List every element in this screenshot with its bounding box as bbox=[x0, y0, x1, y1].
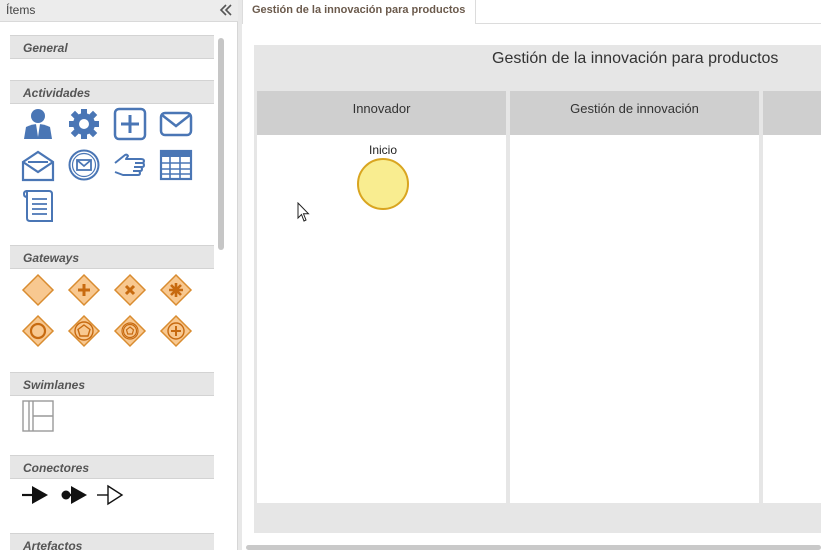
diagram-canvas[interactable]: Gestión de la innovación para productos … bbox=[242, 25, 821, 550]
association-icon[interactable] bbox=[95, 478, 125, 512]
lane-third[interactable] bbox=[763, 91, 821, 503]
lane-header-third[interactable] bbox=[763, 91, 821, 135]
lane-innovador-label: Innovador bbox=[352, 101, 411, 116]
items-panel-scroll-area: General Actividades Gateways Swimlanes C… bbox=[0, 23, 238, 550]
items-panel-header: Ítems bbox=[0, 0, 238, 22]
pool[interactable]: Gestión de la innovación para productos … bbox=[254, 45, 821, 533]
exclusive-event-gateway-icon[interactable] bbox=[113, 314, 147, 348]
section-general[interactable]: General bbox=[10, 35, 214, 59]
exclusive-gateway-icon[interactable] bbox=[21, 273, 55, 307]
parallel-gateway-icon[interactable] bbox=[67, 273, 101, 307]
tab-process[interactable]: Gestión de la innovación para productos bbox=[242, 0, 477, 24]
user-task-icon[interactable] bbox=[21, 107, 55, 141]
items-panel-scrollbar[interactable] bbox=[218, 38, 224, 250]
sequence-flow-icon[interactable] bbox=[20, 478, 50, 512]
message-flow-icon[interactable] bbox=[58, 478, 88, 512]
section-conectores-label: Conectores bbox=[23, 461, 90, 475]
xor-gateway-icon[interactable] bbox=[113, 273, 147, 307]
send-task-icon[interactable] bbox=[159, 107, 193, 141]
script-task-icon[interactable] bbox=[21, 189, 55, 223]
lane-header-gestion-innovacion[interactable]: Gestión de innovación bbox=[510, 91, 759, 135]
lane-gestion-innovacion[interactable]: Gestión de innovación bbox=[510, 91, 759, 503]
start-event-icon[interactable] bbox=[357, 158, 409, 210]
event-gateway-icon[interactable] bbox=[21, 314, 55, 348]
section-artefactos-label: Artefactos bbox=[23, 539, 83, 550]
event-based-gateway-icon[interactable] bbox=[67, 314, 101, 348]
section-conectores[interactable]: Conectores bbox=[10, 455, 214, 479]
service-task-icon[interactable] bbox=[67, 107, 101, 141]
swimlane-icon[interactable] bbox=[21, 399, 55, 433]
section-actividades-label: Actividades bbox=[23, 86, 91, 100]
mouse-cursor-icon bbox=[297, 202, 310, 222]
start-event-label: Inicio bbox=[369, 143, 398, 157]
subprocess-icon[interactable] bbox=[113, 107, 147, 141]
section-artefactos[interactable]: Artefactos bbox=[10, 533, 214, 550]
tab-bar: Gestión de la innovación para productos bbox=[242, 0, 821, 24]
manual-task-icon[interactable] bbox=[113, 148, 147, 182]
section-swimlanes-label: Swimlanes bbox=[23, 378, 86, 392]
pool-title: Gestión de la innovación para productos bbox=[492, 50, 779, 67]
parallel-event-gateway-icon[interactable] bbox=[159, 314, 193, 348]
section-actividades[interactable]: Actividades bbox=[10, 80, 214, 104]
lane-gestion-innovacion-label: Gestión de innovación bbox=[570, 101, 699, 116]
items-panel-title: Ítems bbox=[6, 3, 36, 17]
receive-task-icon[interactable] bbox=[21, 148, 55, 182]
section-general-label: General bbox=[23, 41, 68, 55]
message-task-icon[interactable] bbox=[67, 148, 101, 182]
section-gateways-label: Gateways bbox=[23, 251, 80, 265]
section-swimlanes[interactable]: Swimlanes bbox=[10, 372, 214, 396]
lane-header-innovador[interactable]: Innovador bbox=[257, 91, 506, 135]
tab-process-label: Gestión de la innovación para productos bbox=[252, 4, 466, 16]
canvas-horizontal-scrollbar[interactable] bbox=[246, 545, 821, 550]
items-panel: Ítems General Actividades Gateways Swiml… bbox=[0, 0, 238, 550]
complex-gateway-icon[interactable] bbox=[159, 273, 193, 307]
collapse-panel-icon[interactable] bbox=[218, 2, 234, 18]
section-gateways[interactable]: Gateways bbox=[10, 245, 214, 269]
business-rule-icon[interactable] bbox=[159, 148, 193, 182]
